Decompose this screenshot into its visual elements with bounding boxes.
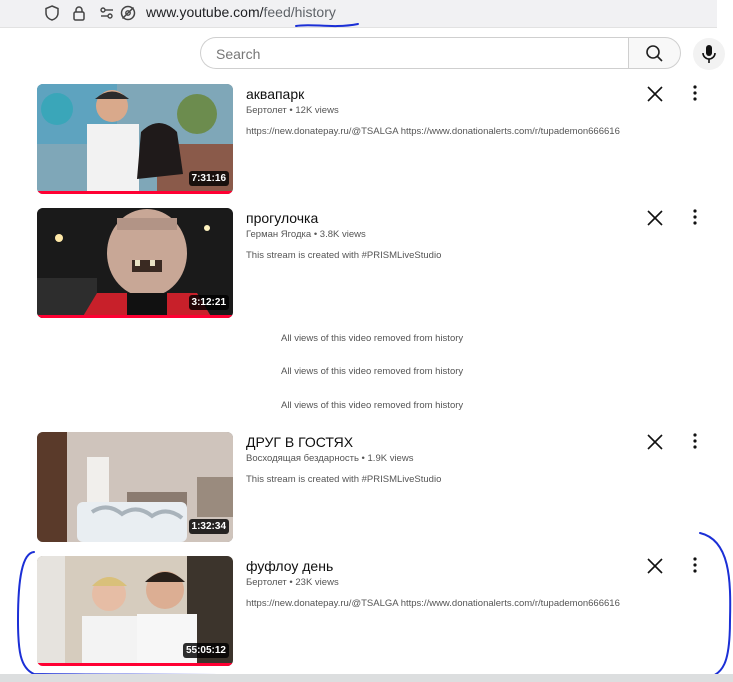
channel-name[interactable]: Герман Ягодка [246, 229, 311, 240]
meta-separator: • [289, 105, 293, 116]
video-meta: Бертолет • 12K views [246, 105, 339, 116]
video-meta: Восходящая бездарность • 1.9K views [246, 453, 413, 464]
video-title[interactable]: прогулочка [246, 210, 318, 226]
video-thumbnail[interactable]: 3:12:21 [37, 208, 233, 318]
meta-separator: • [361, 453, 365, 464]
search-input[interactable] [214, 45, 608, 63]
page-footer-strip [0, 674, 733, 682]
more-actions-icon[interactable] [688, 208, 702, 228]
history-video-row[interactable]: 7:31:16 аквапарк Бертолет • 12K views ht… [0, 84, 733, 196]
view-count: 1.9K views [367, 453, 414, 464]
meta-separator: • [313, 229, 318, 240]
lock-icon[interactable] [70, 4, 88, 22]
view-count: 3.8K views [319, 229, 366, 240]
history-video-row[interactable]: 3:12:21 прогулочка Герман Ягодка • 3.8K … [0, 208, 733, 320]
address-url[interactable]: www.youtube.com/feed/history [146, 4, 336, 20]
more-actions-icon[interactable] [688, 84, 702, 104]
search-box[interactable] [200, 37, 629, 69]
handwritten-underline [295, 23, 359, 28]
more-actions-icon[interactable] [688, 432, 702, 452]
voice-search-button[interactable] [693, 38, 725, 70]
microphone-icon [702, 45, 716, 63]
remove-from-history-icon[interactable] [645, 432, 665, 452]
view-count: 12K views [295, 105, 339, 116]
screen: www.youtube.com/feed/history Search 7:31… [0, 0, 733, 682]
video-duration: 3:12:21 [188, 295, 229, 310]
remove-from-history-icon[interactable] [645, 84, 665, 104]
search-button[interactable] [628, 37, 681, 69]
channel-name[interactable]: Бертолет [246, 105, 287, 116]
handwritten-highlight-outline [16, 532, 732, 680]
video-title[interactable]: ДРУГ В ГОСТЯХ [246, 434, 353, 450]
video-description: This stream is created with #PRISMLiveSt… [246, 474, 442, 485]
watch-progress-bar [37, 315, 233, 318]
video-description: https://new.donatepay.ru/@TSALGA https:/… [246, 126, 620, 137]
url-path: feed/history [263, 4, 336, 20]
video-thumbnail[interactable]: 7:31:16 [37, 84, 233, 194]
watch-progress-bar [37, 191, 233, 194]
url-domain: www.youtube.com/ [146, 4, 264, 20]
removed-from-history-message: All views of this video removed from his… [281, 400, 464, 411]
video-title[interactable]: аквапарк [246, 86, 304, 102]
removed-from-history-message: All views of this video removed from his… [281, 366, 464, 377]
search-icon [646, 45, 663, 62]
video-description: This stream is created with #PRISMLiveSt… [246, 250, 442, 261]
removed-from-history-message: All views of this video removed from his… [281, 333, 464, 344]
video-duration: 7:31:16 [188, 171, 229, 186]
tracking-blocked-icon[interactable] [119, 4, 137, 22]
remove-from-history-icon[interactable] [645, 208, 665, 228]
shield-icon[interactable] [43, 4, 61, 22]
channel-name[interactable]: Восходящая бездарность [246, 453, 359, 464]
video-meta: Герман Ягодка • 3.8K views [246, 229, 366, 240]
site-settings-icon[interactable] [98, 4, 116, 22]
